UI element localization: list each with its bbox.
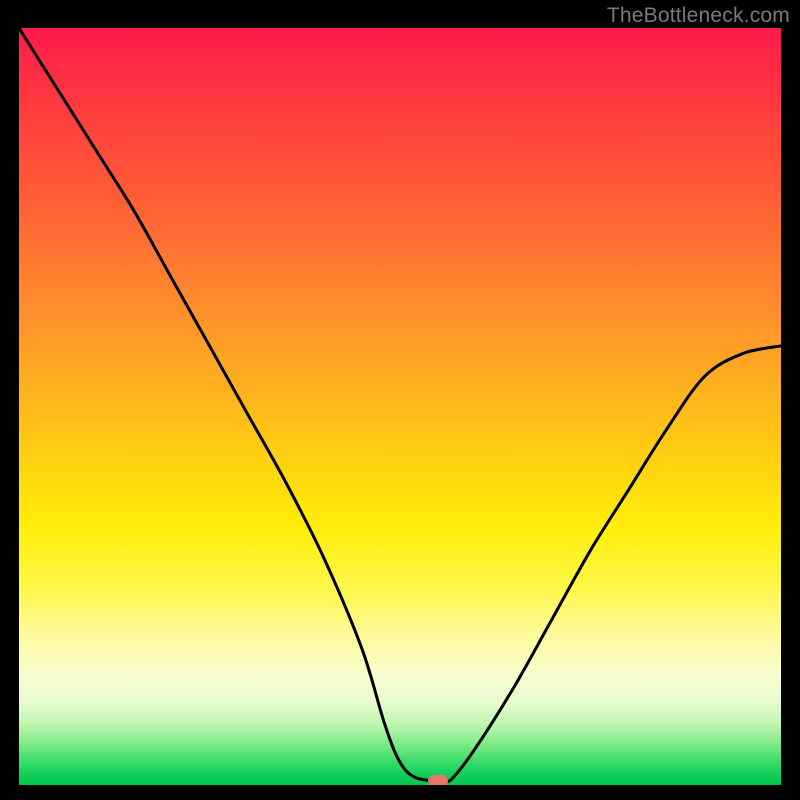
chart-stage: TheBottleneck.com	[0, 0, 800, 800]
bottleneck-curve	[19, 28, 781, 785]
curve-path	[19, 28, 781, 782]
plot-area	[19, 28, 781, 785]
optimal-point-marker	[428, 775, 448, 785]
watermark-text: TheBottleneck.com	[607, 4, 790, 28]
